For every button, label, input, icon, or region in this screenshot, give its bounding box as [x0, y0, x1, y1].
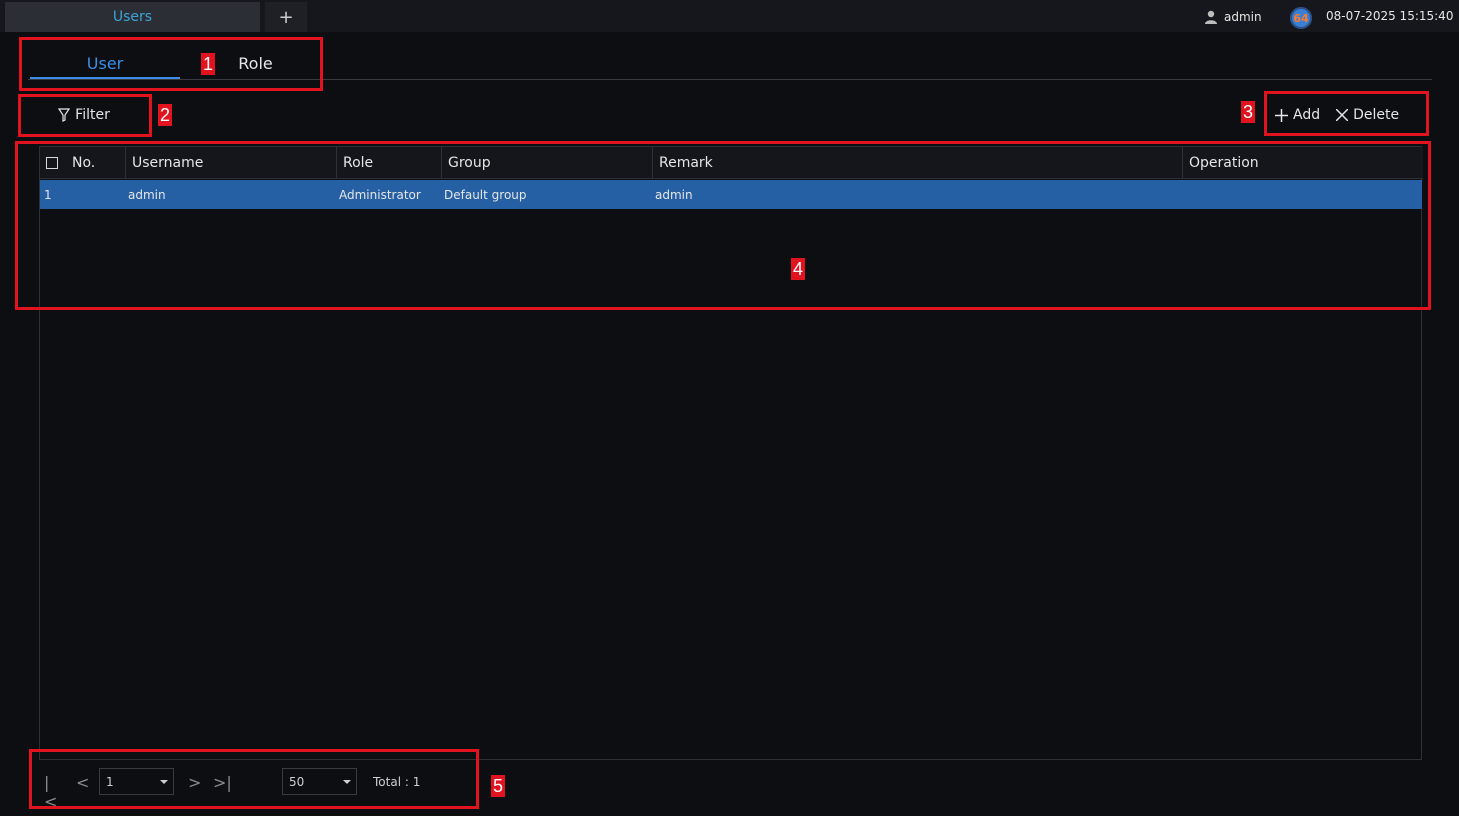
user-icon [1205, 10, 1217, 24]
users-page: Users + admin 64 08-07-2025 15:15:40 Use… [0, 0, 1459, 816]
tab-user[interactable]: User [30, 48, 180, 80]
chevron-down-icon [160, 780, 168, 784]
page-size-select[interactable]: 50 [282, 768, 357, 795]
last-page-icon[interactable]: >| [213, 773, 232, 792]
delete-button[interactable]: Delete [1336, 107, 1399, 123]
column-operation: Operation [1182, 147, 1422, 179]
chevron-down-icon [343, 780, 351, 784]
column-no: No. [40, 147, 125, 179]
add-button[interactable]: Add [1275, 107, 1320, 123]
tab-user-label: User [86, 53, 124, 73]
table-row[interactable]: 1 admin Administrator Default group admi… [40, 180, 1422, 209]
tab-users[interactable]: Users [5, 2, 260, 32]
annotation-label-1: 1 [201, 53, 216, 75]
next-page-icon[interactable]: > [188, 773, 201, 792]
tab-role[interactable]: Role [198, 48, 313, 78]
page-size-value: 50 [289, 774, 305, 789]
select-all-checkbox[interactable] [46, 157, 58, 169]
tab-bar: User Role [28, 40, 318, 80]
table-header: No. Username Role Group Remark Operation [40, 147, 1423, 179]
filter-button[interactable]: Filter [24, 100, 144, 130]
cell-operation [1185, 180, 1415, 209]
page-select-value: 1 [106, 774, 114, 789]
username-label: admin [1224, 10, 1262, 24]
cell-group: Default group [444, 187, 527, 202]
total-count: Total : 1 [373, 775, 421, 789]
column-group-label: Group [448, 155, 491, 171]
column-operation-label: Operation [1189, 155, 1259, 171]
column-remark-label: Remark [659, 155, 713, 171]
notification-badge[interactable]: 64 [1290, 7, 1312, 29]
funnel-icon [58, 108, 71, 122]
annotation-label-5: 5 [491, 775, 506, 797]
users-table: No. Username Role Group Remark Operation… [39, 146, 1423, 760]
column-no-label: No. [72, 155, 96, 171]
page-select[interactable]: 1 [99, 768, 174, 795]
tab-users-label: Users [112, 9, 153, 25]
column-group[interactable]: Group [441, 147, 652, 179]
cell-no: 1 [44, 187, 52, 202]
user-menu[interactable]: admin [1204, 8, 1262, 26]
annotation-label-4: 4 [791, 258, 806, 280]
filter-label: Filter [75, 107, 110, 123]
tab-divider [28, 79, 1432, 80]
prev-page-icon[interactable]: < [76, 773, 89, 792]
add-label: Add [1293, 107, 1321, 123]
datetime-display: 08-07-2025 15:15:40 [1326, 9, 1454, 23]
new-tab-button[interactable]: + [265, 2, 307, 32]
cell-remark: admin [655, 187, 693, 202]
plus-icon [1275, 108, 1288, 122]
column-remark[interactable]: Remark [652, 147, 1182, 179]
first-page-icon[interactable]: |< [44, 773, 57, 811]
column-role[interactable]: Role [336, 147, 441, 179]
delete-label: Delete [1353, 107, 1400, 123]
column-role-label: Role [343, 155, 374, 171]
cell-role: Administrator [339, 187, 421, 202]
notification-count: 64 [1293, 11, 1309, 25]
annotation-label-3: 3 [1241, 101, 1256, 123]
column-username-label: Username [132, 155, 204, 171]
column-username[interactable]: Username [125, 147, 336, 179]
annotation-label-2: 2 [158, 104, 173, 126]
cell-username: admin [128, 187, 166, 202]
plus-icon: + [278, 6, 294, 28]
top-bar: Users + admin 64 08-07-2025 15:15:40 [0, 0, 1459, 32]
tab-role-label: Role [238, 53, 273, 73]
action-bar: Add Delete [1275, 100, 1399, 130]
close-icon [1336, 109, 1349, 121]
